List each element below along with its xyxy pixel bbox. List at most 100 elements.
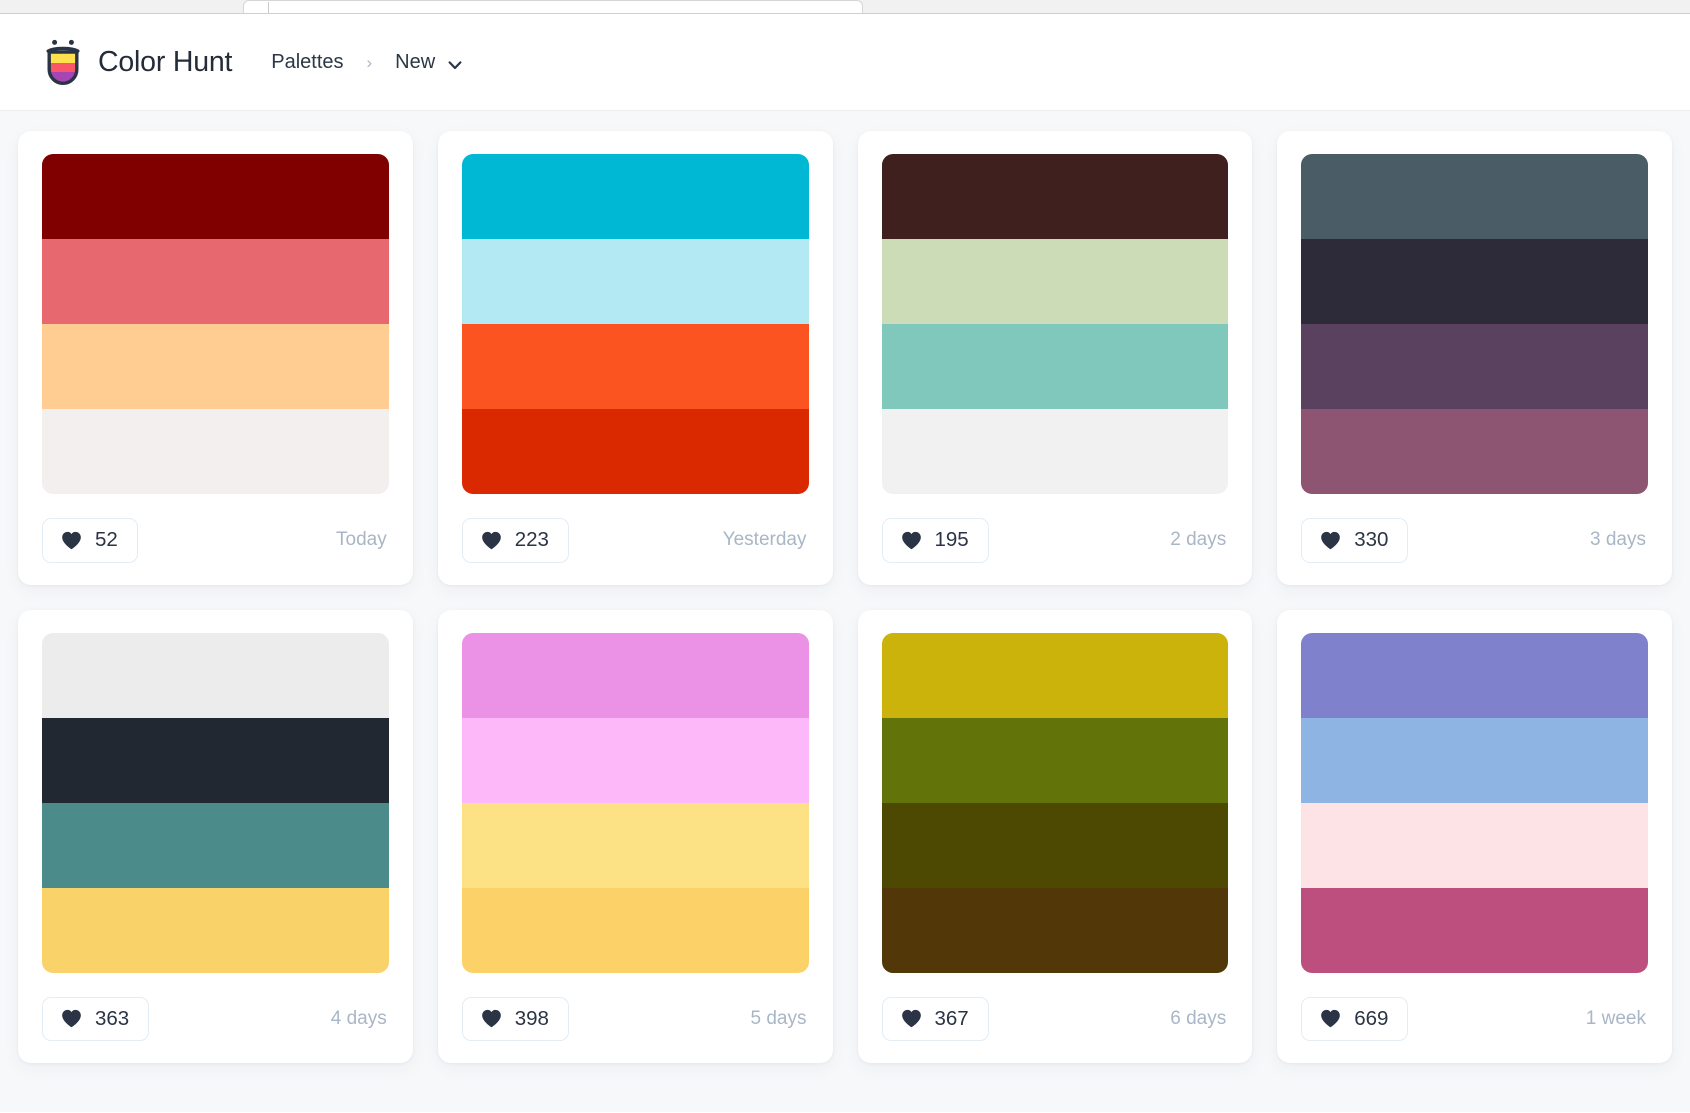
- palette-grid-area: 52 Today 223 Yesterday 195 2 days 330 3 days 363…: [0, 111, 1690, 1112]
- heart-icon: [481, 1009, 502, 1028]
- palette-swatch[interactable]: [1301, 409, 1648, 494]
- palette-grid: 52 Today 223 Yesterday 195 2 days 330 3 days 363…: [18, 131, 1672, 1063]
- browser-chrome: [0, 0, 1690, 14]
- palette-swatch[interactable]: [461, 717, 809, 803]
- palette-swatch[interactable]: [881, 409, 1229, 494]
- palette-swatches[interactable]: [881, 154, 1229, 494]
- heart-icon: [61, 1009, 82, 1028]
- palette-swatch[interactable]: [881, 324, 1229, 409]
- palette-swatch[interactable]: [42, 802, 389, 888]
- palette-swatch[interactable]: [881, 632, 1229, 718]
- heart-icon: [901, 531, 922, 550]
- heart-icon: [481, 531, 502, 550]
- palette-card[interactable]: 195 2 days: [857, 131, 1253, 585]
- brand-home-link[interactable]: Color Hunt: [42, 38, 232, 86]
- like-count: 52: [95, 528, 118, 551]
- palette-swatch[interactable]: [1301, 632, 1648, 718]
- palette-swatch[interactable]: [42, 632, 389, 718]
- palette-swatch[interactable]: [42, 717, 389, 803]
- palette-swatch[interactable]: [461, 324, 809, 409]
- palette-swatch[interactable]: [1301, 239, 1648, 324]
- breadcrumb: Palettes › New: [269, 47, 463, 78]
- palette-swatches[interactable]: [461, 632, 809, 973]
- browser-tab[interactable]: [243, 0, 863, 13]
- palette-swatch[interactable]: [1301, 802, 1648, 888]
- palette-card-footer: 195 2 days: [881, 518, 1229, 563]
- palette-card[interactable]: 363 4 days: [18, 609, 413, 1063]
- like-count: 669: [1354, 1006, 1389, 1030]
- like-button[interactable]: 223: [461, 518, 569, 563]
- palette-swatch[interactable]: [461, 154, 809, 239]
- like-button[interactable]: 330: [1301, 518, 1409, 563]
- like-count: 367: [934, 1006, 969, 1030]
- palette-card[interactable]: 669 1 week: [1277, 609, 1672, 1063]
- palette-swatch[interactable]: [881, 717, 1229, 803]
- palette-time-label: 3 days: [1590, 529, 1646, 551]
- palette-swatches[interactable]: [42, 632, 389, 973]
- palette-swatch[interactable]: [881, 887, 1229, 973]
- palette-swatch[interactable]: [881, 154, 1229, 239]
- breadcrumb-separator-icon: ›: [366, 52, 373, 72]
- palette-card-footer: 398 5 days: [461, 996, 809, 1041]
- breadcrumb-palettes[interactable]: Palettes: [269, 47, 345, 78]
- palette-swatch[interactable]: [42, 154, 389, 239]
- palette-swatches[interactable]: [1301, 632, 1648, 973]
- palette-card-footer: 330 3 days: [1301, 518, 1648, 563]
- palette-card[interactable]: 223 Yesterday: [437, 131, 833, 585]
- palette-card[interactable]: 52 Today: [18, 131, 413, 585]
- palette-swatch[interactable]: [461, 239, 809, 324]
- palette-card-footer: 669 1 week: [1301, 996, 1648, 1041]
- palette-swatch[interactable]: [1301, 154, 1648, 239]
- like-button[interactable]: 669: [1301, 996, 1409, 1041]
- palette-swatch[interactable]: [461, 632, 809, 718]
- palette-card-footer: 363 4 days: [42, 996, 389, 1041]
- palette-swatches[interactable]: [42, 154, 389, 494]
- palette-card[interactable]: 398 5 days: [437, 609, 833, 1063]
- breadcrumb-new-label: New: [395, 50, 436, 73]
- browser-tab-divider: [268, 2, 269, 13]
- like-count: 363: [95, 1006, 130, 1030]
- palette-swatch[interactable]: [42, 324, 389, 409]
- like-button[interactable]: 367: [881, 996, 989, 1041]
- palette-swatch[interactable]: [1301, 887, 1648, 973]
- palette-card[interactable]: 330 3 days: [1277, 131, 1672, 585]
- palette-time-label: 6 days: [1170, 1007, 1227, 1029]
- like-count: 223: [514, 528, 549, 551]
- palette-swatch[interactable]: [881, 802, 1229, 888]
- like-count: 398: [514, 1006, 549, 1030]
- chevron-down-icon: [447, 56, 463, 72]
- palette-swatch[interactable]: [42, 409, 389, 494]
- like-count: 330: [1354, 528, 1389, 551]
- palette-swatch[interactable]: [42, 239, 389, 324]
- palette-swatch[interactable]: [1301, 324, 1648, 409]
- like-button[interactable]: 398: [461, 996, 569, 1041]
- palette-time-label: 2 days: [1170, 529, 1227, 551]
- palette-swatches[interactable]: [1301, 154, 1648, 494]
- heart-icon: [1320, 1009, 1341, 1028]
- palette-card-footer: 52 Today: [42, 518, 389, 563]
- heart-icon: [1320, 531, 1341, 550]
- palette-swatches[interactable]: [461, 154, 809, 494]
- heart-icon: [61, 531, 82, 550]
- palette-card[interactable]: 367 6 days: [857, 609, 1253, 1063]
- palette-swatch[interactable]: [461, 887, 809, 973]
- palette-swatches[interactable]: [881, 632, 1229, 973]
- palette-time-label: 4 days: [330, 1007, 387, 1029]
- palette-time-label: 1 week: [1585, 1007, 1646, 1029]
- like-count: 195: [934, 528, 969, 551]
- palette-card-footer: 367 6 days: [881, 996, 1229, 1041]
- like-button[interactable]: 195: [881, 518, 989, 563]
- palette-swatch[interactable]: [42, 887, 389, 973]
- palette-time-label: 5 days: [750, 1007, 807, 1029]
- palette-swatch[interactable]: [461, 409, 809, 494]
- heart-icon: [901, 1009, 922, 1028]
- palette-time-label: Today: [336, 529, 387, 551]
- palette-swatch[interactable]: [1301, 717, 1648, 803]
- palette-card-footer: 223 Yesterday: [461, 518, 809, 563]
- breadcrumb-new-dropdown[interactable]: New: [393, 47, 463, 78]
- like-button[interactable]: 52: [42, 518, 138, 563]
- like-button[interactable]: 363: [42, 996, 150, 1041]
- palette-swatch[interactable]: [881, 239, 1229, 324]
- palette-swatch[interactable]: [461, 802, 809, 888]
- palette-time-label: Yesterday: [722, 529, 807, 551]
